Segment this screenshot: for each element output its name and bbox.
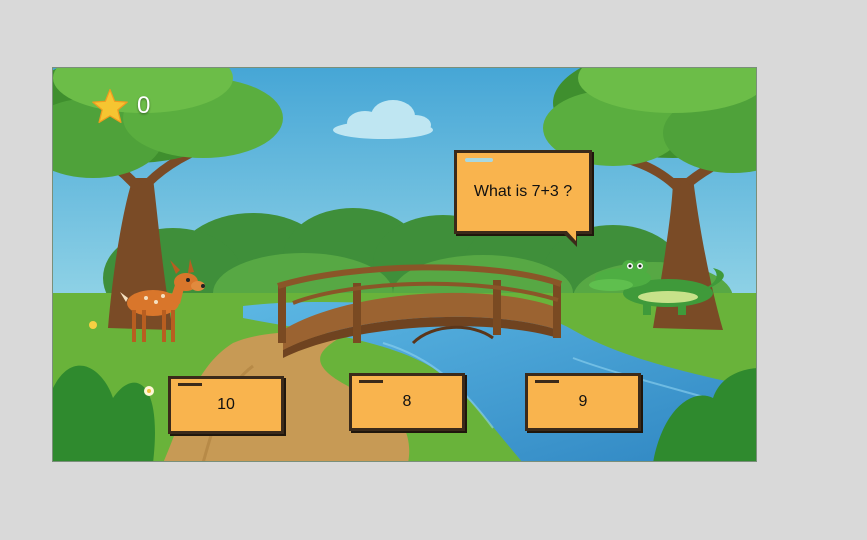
- answer-accent: [178, 383, 202, 386]
- answer-label: 10: [217, 396, 235, 413]
- answer-accent: [535, 380, 559, 383]
- score-value: 0: [137, 92, 151, 119]
- answer-button-1[interactable]: 10: [168, 376, 284, 434]
- bubble-tail: [561, 229, 577, 247]
- answer-label: 9: [578, 393, 588, 410]
- game-stage: 0 What is 7+3 ? 10 8 9: [52, 67, 757, 462]
- answer-label: 8: [402, 393, 412, 410]
- answer-button-2[interactable]: 8: [349, 373, 465, 431]
- question-text: What is 7+3 ?: [473, 183, 573, 200]
- question-bubble: What is 7+3 ?: [454, 150, 592, 247]
- answer-button-3[interactable]: 9: [525, 373, 641, 431]
- bubble-shine: [465, 158, 493, 162]
- answer-accent: [359, 380, 383, 383]
- star-icon: [91, 88, 129, 124]
- score-display: 0: [91, 88, 150, 124]
